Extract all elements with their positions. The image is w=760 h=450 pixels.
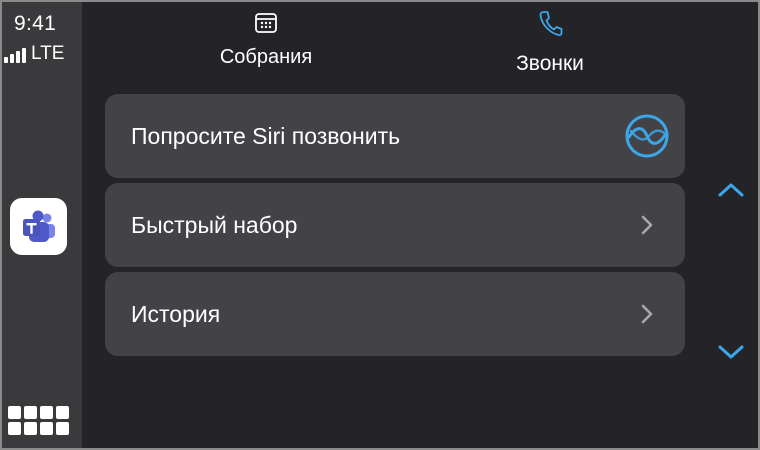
grid-dot	[40, 406, 53, 419]
chevron-up-icon	[718, 183, 744, 197]
chevron-down-icon	[718, 345, 744, 359]
scroll-down-button[interactable]	[715, 340, 747, 364]
list-item-label: Быстрый набор	[131, 211, 298, 238]
tab-meetings-label: Собрания	[219, 46, 313, 68]
list-item-label: История	[131, 300, 221, 327]
grid-dot	[8, 406, 21, 419]
list-item-label: Попросите Siri позвонить	[131, 122, 401, 149]
siri-icon	[625, 114, 669, 158]
grid-dot	[40, 422, 53, 435]
grid-dot	[56, 406, 69, 419]
status-time: 9:41	[14, 12, 57, 35]
list-item-ask-siri[interactable]: Попросите Siri позвонить	[105, 94, 685, 178]
tab-calls-label: Звонки	[516, 52, 584, 75]
signal-bar	[22, 48, 26, 63]
tab-calls[interactable]: Звонки	[492, 8, 608, 76]
grid-dot	[8, 422, 21, 435]
signal-bar	[16, 51, 20, 63]
signal-bar	[10, 54, 14, 63]
network-status: LTE	[4, 44, 64, 63]
phone-icon	[539, 11, 563, 37]
teams-icon	[22, 210, 55, 242]
list-item-history[interactable]: История	[105, 272, 685, 356]
chevron-right-icon	[641, 304, 653, 324]
teams-app-button[interactable]	[10, 198, 67, 255]
tab-meetings[interactable]: Собрания	[202, 8, 330, 69]
chevron-right-icon	[641, 215, 653, 235]
app-grid-button[interactable]	[8, 406, 69, 435]
signal-bar	[4, 57, 8, 63]
grid-dot	[24, 422, 37, 435]
calendar-icon	[255, 13, 277, 33]
list-item-speed-dial[interactable]: Быстрый набор	[105, 183, 685, 267]
carplay-screen: 9:41 LTE Собрания Звонки Попросите Siri …	[0, 0, 760, 450]
grid-dot	[56, 422, 69, 435]
status-rail: 9:41 LTE	[2, 2, 82, 448]
scroll-up-button[interactable]	[715, 178, 747, 202]
network-type: LTE	[31, 43, 65, 64]
grid-dot	[24, 406, 37, 419]
